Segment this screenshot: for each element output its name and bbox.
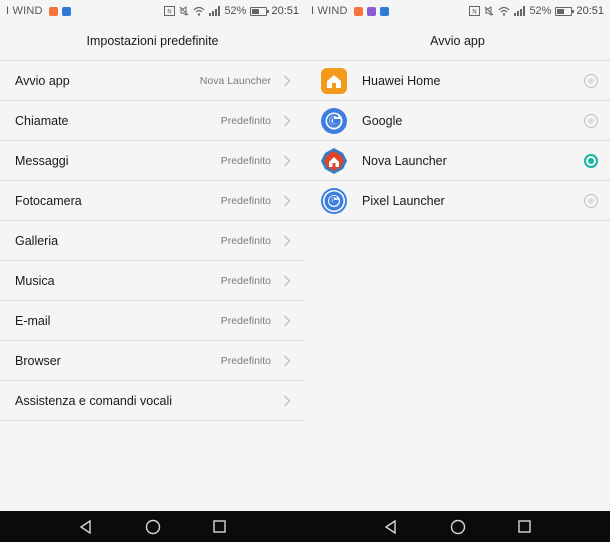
svg-text:N: N [473, 9, 478, 16]
chevron-right-icon [284, 155, 291, 166]
nav-buttons-right [305, 511, 610, 542]
chevron-right-icon [284, 395, 291, 406]
default-app-item[interactable]: E-mail Predefinito [0, 301, 305, 341]
chevron-right-icon [284, 235, 291, 246]
default-settings-screen: I WIND N 52% 20:51 Impostazioni predefin… [0, 0, 305, 511]
status-bar: I WIND N 52% 20:51 [0, 0, 305, 22]
default-app-item[interactable]: Fotocamera Predefinito [0, 181, 305, 221]
home-icon[interactable] [145, 519, 161, 535]
clock: 20:51 [271, 5, 299, 17]
default-app-item[interactable]: Messaggi Predefinito [0, 141, 305, 181]
default-app-item[interactable]: Browser Predefinito [0, 341, 305, 381]
battery-percent: 52% [529, 5, 552, 17]
signal-icon [514, 6, 526, 16]
item-label: Chiamate [15, 113, 69, 128]
huawei-home-icon [321, 67, 347, 94]
item-label: Browser [15, 353, 61, 368]
item-label: E-mail [15, 313, 51, 328]
radio-button[interactable] [584, 193, 598, 208]
battery-icon [250, 6, 270, 16]
notification-outlook-icon [61, 6, 71, 16]
google-icon [321, 107, 347, 134]
radio-button[interactable] [584, 113, 598, 128]
navigation-bar [0, 511, 610, 542]
radio-dot [588, 77, 594, 84]
nfc-icon: N [469, 6, 481, 16]
home-icon[interactable] [450, 519, 466, 535]
mute-icon [180, 6, 189, 16]
back-icon[interactable] [79, 519, 93, 534]
launcher-options-list: Huawei Home Google Nova Launcher Pixel Laun… [305, 61, 610, 221]
recents-icon[interactable] [213, 520, 226, 533]
launcher-option[interactable]: Nova Launcher [305, 141, 610, 181]
item-value: Predefinito [220, 154, 271, 167]
item-value: Predefinito [220, 314, 271, 327]
nfc-icon: N [164, 6, 176, 16]
svg-text:N: N [168, 9, 173, 16]
nav-buttons-left [0, 511, 305, 542]
radio-dot [588, 117, 594, 124]
default-app-item[interactable]: Avvio app Nova Launcher [0, 61, 305, 101]
radio-button[interactable] [584, 73, 598, 88]
notification-viber-icon [366, 6, 376, 16]
default-app-item[interactable]: Chiamate Predefinito [0, 101, 305, 141]
item-value: Predefinito [220, 114, 271, 127]
notification-app-icon [48, 6, 58, 16]
item-label: Fotocamera [15, 193, 82, 208]
default-app-item[interactable]: Assistenza e comandi vocali [0, 381, 305, 421]
clock: 20:51 [576, 5, 604, 17]
launcher-option[interactable]: Pixel Launcher [305, 181, 610, 221]
chevron-right-icon [284, 355, 291, 366]
status-bar: I WIND N 52% 20:51 [305, 0, 610, 22]
chevron-right-icon [284, 315, 291, 326]
launcher-name: Pixel Launcher [362, 193, 445, 208]
carrier-label: I WIND [311, 5, 348, 17]
notification-app-icon [353, 6, 363, 16]
item-label: Messaggi [15, 153, 69, 168]
launcher-name: Huawei Home [362, 73, 441, 88]
pixel-launcher-icon [321, 187, 347, 214]
recents-icon[interactable] [518, 520, 531, 533]
nova-launcher-icon [321, 147, 347, 174]
radio-dot [588, 197, 594, 204]
item-label: Avvio app [15, 73, 70, 88]
mute-icon [485, 6, 494, 16]
default-apps-list: Avvio app Nova Launcher Chiamate Predefinit… [0, 61, 305, 421]
item-value: Nova Launcher [199, 74, 271, 87]
page-title: Avvio app [305, 22, 610, 61]
default-app-item[interactable]: Musica Predefinito [0, 261, 305, 301]
chevron-right-icon [284, 195, 291, 206]
battery-percent: 52% [224, 5, 247, 17]
chevron-right-icon [284, 275, 291, 286]
wifi-icon [499, 6, 510, 16]
item-label: Galleria [15, 233, 59, 248]
chevron-right-icon [284, 115, 291, 126]
back-icon[interactable] [384, 519, 398, 534]
item-value: Predefinito [220, 354, 271, 367]
item-value: Predefinito [220, 194, 271, 207]
launcher-name: Google [362, 113, 403, 128]
default-app-item[interactable]: Galleria Predefinito [0, 221, 305, 261]
item-value: Predefinito [220, 274, 271, 287]
radio-dot [588, 157, 594, 164]
launcher-option[interactable]: Google [305, 101, 610, 141]
chevron-right-icon [284, 75, 291, 86]
launcher-select-screen: I WIND N 52% 20:51 Avvio app Huawei Home… [305, 0, 610, 511]
signal-icon [209, 6, 221, 16]
battery-icon [555, 6, 575, 16]
item-label: Assistenza e comandi vocali [15, 393, 173, 408]
carrier-label: I WIND [6, 5, 43, 17]
item-label: Musica [15, 273, 55, 288]
radio-button[interactable] [584, 153, 598, 168]
launcher-option[interactable]: Huawei Home [305, 61, 610, 101]
item-value: Predefinito [220, 234, 271, 247]
launcher-name: Nova Launcher [362, 153, 447, 168]
page-title: Impostazioni predefinite [0, 22, 305, 61]
notification-outlook-icon [379, 6, 389, 16]
wifi-icon [194, 6, 205, 16]
